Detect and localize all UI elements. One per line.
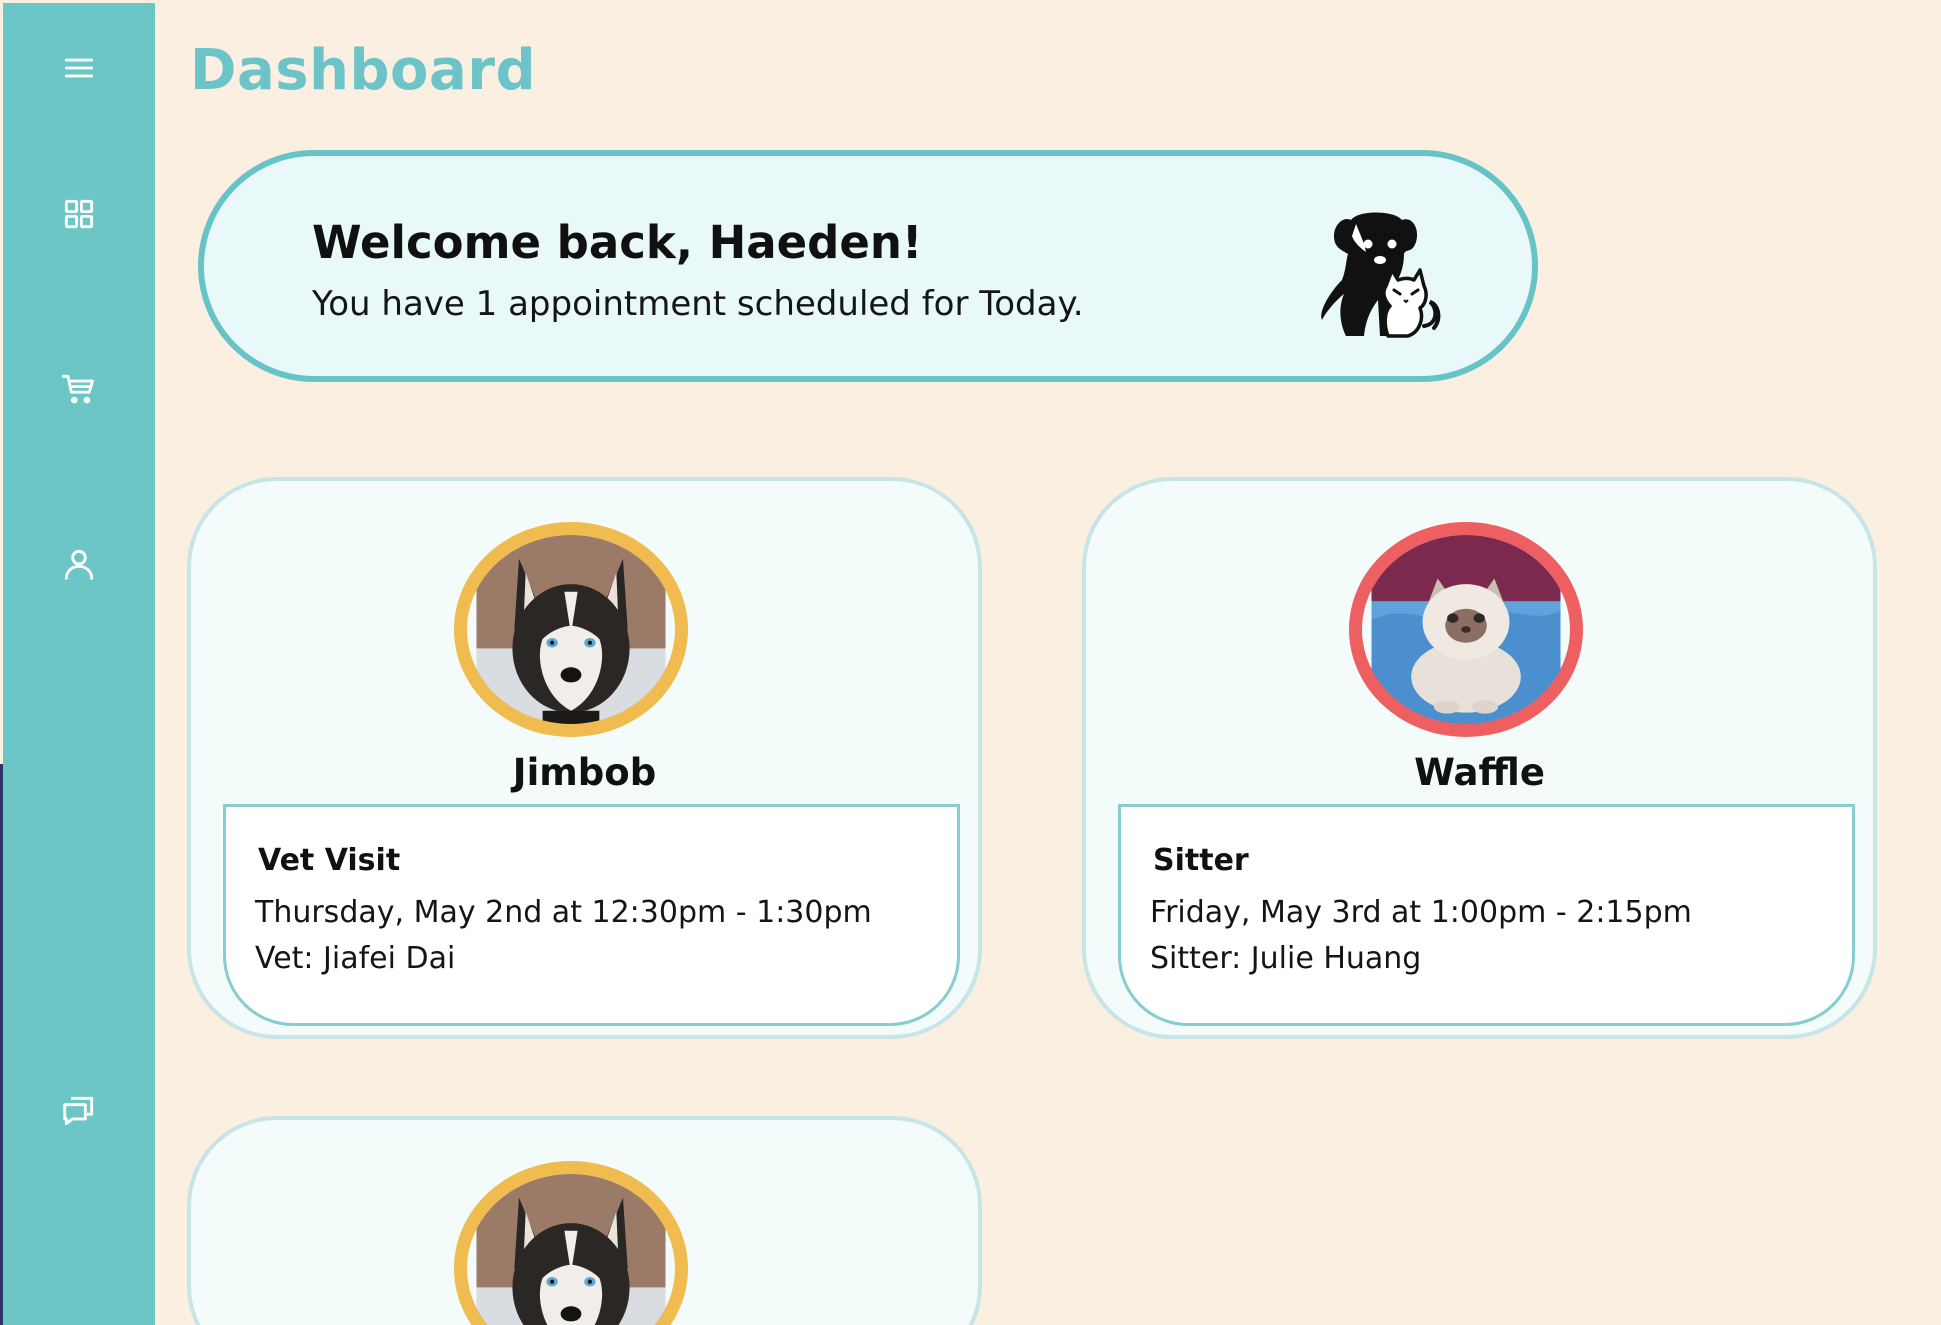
welcome-banner: Welcome back, Haeden! You have 1 appoint… xyxy=(198,150,1538,382)
user-icon xyxy=(64,549,94,580)
sidebar-item-messages[interactable] xyxy=(43,1075,115,1147)
pet-name: Waffle xyxy=(1414,751,1545,794)
pet-card-jimbob[interactable]: Jimbob Vet Visit Thursday, May 2nd at 12… xyxy=(187,477,982,1039)
sidebar xyxy=(3,3,155,1325)
pet-avatar xyxy=(454,522,688,737)
appointment-type: Sitter xyxy=(1153,843,1249,878)
sidebar-item-shop[interactable] xyxy=(43,353,115,425)
welcome-heading: Welcome back, Haeden! xyxy=(312,216,923,269)
appointment-provider: Sitter: Julie Huang xyxy=(1150,941,1422,976)
persian-cat-photo xyxy=(1371,535,1561,724)
page-title: Dashboard xyxy=(190,38,537,103)
pet-name: Jimbob xyxy=(512,751,657,794)
appointment-provider: Vet: Jiafei Dai xyxy=(255,941,456,976)
appointment-details[interactable]: Vet Visit Thursday, May 2nd at 12:30pm -… xyxy=(223,804,960,1026)
pet-avatar xyxy=(1349,522,1583,737)
dog-cat-logo-icon xyxy=(1321,212,1441,338)
cart-icon xyxy=(61,374,94,404)
husky-photo xyxy=(476,1174,666,1325)
pet-card[interactable] xyxy=(187,1116,982,1325)
grid-icon xyxy=(64,199,94,229)
appointment-time: Friday, May 3rd at 1:00pm - 2:15pm xyxy=(1150,895,1692,930)
appointment-details[interactable]: Sitter Friday, May 3rd at 1:00pm - 2:15p… xyxy=(1118,804,1855,1026)
menu-icon xyxy=(64,58,94,78)
sidebar-item-profile[interactable] xyxy=(43,528,115,600)
appointment-time: Thursday, May 2nd at 12:30pm - 1:30pm xyxy=(255,895,872,930)
chat-icon xyxy=(63,1096,94,1126)
pet-avatar xyxy=(454,1161,688,1325)
pet-card-waffle[interactable]: Waffle Sitter Friday, May 3rd at 1:00pm … xyxy=(1082,477,1877,1039)
welcome-subtitle: You have 1 appointment scheduled for Tod… xyxy=(312,284,1084,324)
husky-photo xyxy=(476,535,666,724)
menu-button[interactable] xyxy=(43,32,115,104)
appointment-type: Vet Visit xyxy=(258,843,401,878)
sidebar-item-dashboard[interactable] xyxy=(43,178,115,250)
